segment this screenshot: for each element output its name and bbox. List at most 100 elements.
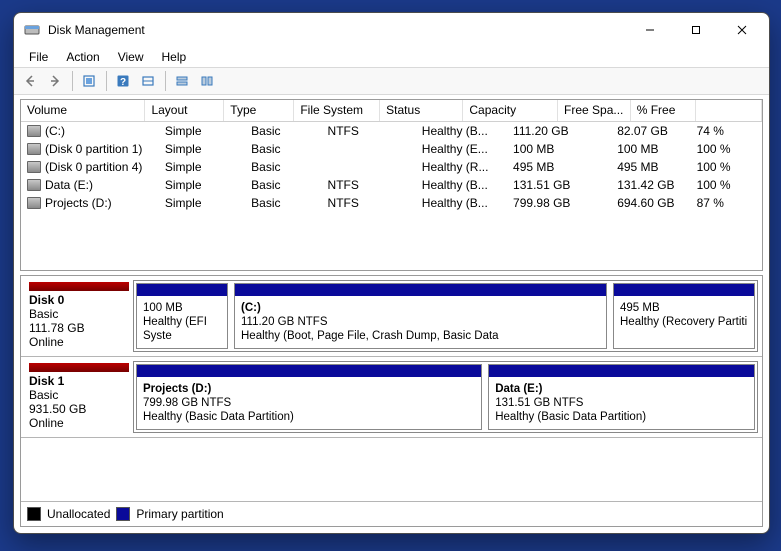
disk-info[interactable]: Disk 1Basic931.50 GBOnline [25, 361, 133, 433]
disk-type: Basic [29, 388, 129, 402]
titlebar[interactable]: Disk Management [14, 13, 769, 47]
volume-capacity: 799.98 GB [507, 195, 611, 211]
partition-title: Projects (D:) [143, 382, 475, 396]
volume-row[interactable]: Data (E:)SimpleBasicNTFSHealthy (B...131… [21, 176, 762, 194]
volume-capacity: 100 MB [507, 141, 611, 157]
partition-title: Data (E:) [495, 382, 748, 396]
volume-free: 82.07 GB [611, 123, 690, 139]
menu-help[interactable]: Help [153, 48, 196, 66]
partition-color-bar [137, 365, 481, 377]
partition[interactable]: (C:)111.20 GB NTFSHealthy (Boot, Page Fi… [234, 283, 607, 349]
partition-status: Healthy (Recovery Partiti [620, 315, 748, 329]
volume-row[interactable]: (Disk 0 partition 4)SimpleBasicHealthy (… [21, 158, 762, 176]
nav-back-button[interactable] [18, 69, 42, 93]
partition-status: Healthy (Basic Data Partition) [143, 410, 475, 424]
drive-icon [27, 161, 41, 173]
volume-name: (C:) [45, 124, 65, 138]
volume-fs [322, 148, 416, 150]
volume-pct: 100 % [691, 159, 762, 175]
partition-color-bar [137, 284, 227, 296]
disk-row: Disk 0Basic111.78 GBOnline100 MBHealthy … [21, 276, 762, 357]
volume-name: Projects (D:) [45, 196, 112, 210]
disk-status-bar [29, 282, 129, 291]
volume-type: Basic [245, 141, 321, 157]
volume-free: 495 MB [611, 159, 690, 175]
disk-row: Disk 1Basic931.50 GBOnlineProjects (D:)7… [21, 357, 762, 438]
partition-color-bar [489, 365, 754, 377]
disk-size: 111.78 GB [29, 321, 129, 335]
maximize-button[interactable] [673, 13, 719, 47]
partition-color-bar [614, 284, 754, 296]
volume-list-header: Volume Layout Type File System Status Ca… [21, 100, 762, 122]
legend-unallocated-label: Unallocated [47, 507, 110, 521]
app-icon [24, 22, 40, 38]
disk-info[interactable]: Disk 0Basic111.78 GBOnline [25, 280, 133, 352]
help-button[interactable]: ? [111, 69, 135, 93]
partition[interactable]: 495 MBHealthy (Recovery Partiti [613, 283, 755, 349]
volume-status: Healthy (B... [416, 195, 507, 211]
menu-file[interactable]: File [20, 48, 57, 66]
partition-color-bar [235, 284, 606, 296]
volume-layout: Simple [159, 141, 245, 157]
volume-capacity: 111.20 GB [507, 123, 611, 139]
volume-fs [322, 166, 416, 168]
partition-size: 100 MB [143, 301, 221, 315]
partition-size: 131.51 GB NTFS [495, 396, 748, 410]
partition[interactable]: 100 MBHealthy (EFI Syste [136, 283, 228, 349]
col-volume[interactable]: Volume [21, 100, 145, 121]
col-status[interactable]: Status [380, 100, 463, 121]
col-freespace[interactable]: Free Spa... [558, 100, 631, 121]
volume-row[interactable]: Projects (D:)SimpleBasicNTFSHealthy (B..… [21, 194, 762, 212]
col-type[interactable]: Type [224, 100, 294, 121]
volume-status: Healthy (R... [416, 159, 507, 175]
col-layout[interactable]: Layout [145, 100, 224, 121]
legend-primary-label: Primary partition [136, 507, 223, 521]
volume-row[interactable]: (Disk 0 partition 1)SimpleBasicHealthy (… [21, 140, 762, 158]
menu-view[interactable]: View [109, 48, 153, 66]
close-button[interactable] [719, 13, 765, 47]
volume-pct: 74 % [691, 123, 762, 139]
toggle-list-button[interactable] [195, 69, 219, 93]
toolbar-separator [106, 71, 107, 91]
toggle-graphical-button[interactable] [170, 69, 194, 93]
disk-name: Disk 1 [29, 374, 129, 388]
partitions-container: Projects (D:)799.98 GB NTFSHealthy (Basi… [133, 361, 758, 433]
volume-fs: NTFS [322, 123, 416, 139]
nav-forward-button[interactable] [43, 69, 67, 93]
minimize-button[interactable] [627, 13, 673, 47]
volume-fs: NTFS [322, 195, 416, 211]
legend: Unallocated Primary partition [21, 501, 762, 526]
menu-action[interactable]: Action [57, 48, 108, 66]
volume-status: Healthy (B... [416, 177, 507, 193]
partition-size: 495 MB [620, 301, 748, 315]
toolbar: ? [14, 67, 769, 95]
col-spacer[interactable] [696, 100, 762, 121]
volume-pct: 100 % [691, 177, 762, 193]
settings-button[interactable] [136, 69, 160, 93]
drive-icon [27, 125, 41, 137]
col-filesystem[interactable]: File System [294, 100, 380, 121]
volume-fs: NTFS [322, 177, 416, 193]
volume-layout: Simple [159, 159, 245, 175]
volume-name: (Disk 0 partition 1) [45, 142, 142, 156]
volume-type: Basic [245, 177, 321, 193]
volume-status: Healthy (B... [416, 123, 507, 139]
refresh-button[interactable] [77, 69, 101, 93]
volume-free: 131.42 GB [611, 177, 690, 193]
volume-name: (Disk 0 partition 4) [45, 160, 142, 174]
partition[interactable]: Projects (D:)799.98 GB NTFSHealthy (Basi… [136, 364, 482, 430]
partition[interactable]: Data (E:)131.51 GB NTFSHealthy (Basic Da… [488, 364, 755, 430]
volume-type: Basic [245, 123, 321, 139]
disk-state: Online [29, 416, 129, 430]
col-capacity[interactable]: Capacity [463, 100, 558, 121]
drive-icon [27, 143, 41, 155]
drive-icon [27, 179, 41, 191]
legend-unallocated-icon [27, 507, 41, 521]
volume-row[interactable]: (C:)SimpleBasicNTFSHealthy (B...111.20 G… [21, 122, 762, 140]
partitions-container: 100 MBHealthy (EFI Syste(C:)111.20 GB NT… [133, 280, 758, 352]
disk-state: Online [29, 335, 129, 349]
col-pctfree[interactable]: % Free [631, 100, 697, 121]
toolbar-separator [165, 71, 166, 91]
volume-free: 694.60 GB [611, 195, 690, 211]
volume-capacity: 495 MB [507, 159, 611, 175]
